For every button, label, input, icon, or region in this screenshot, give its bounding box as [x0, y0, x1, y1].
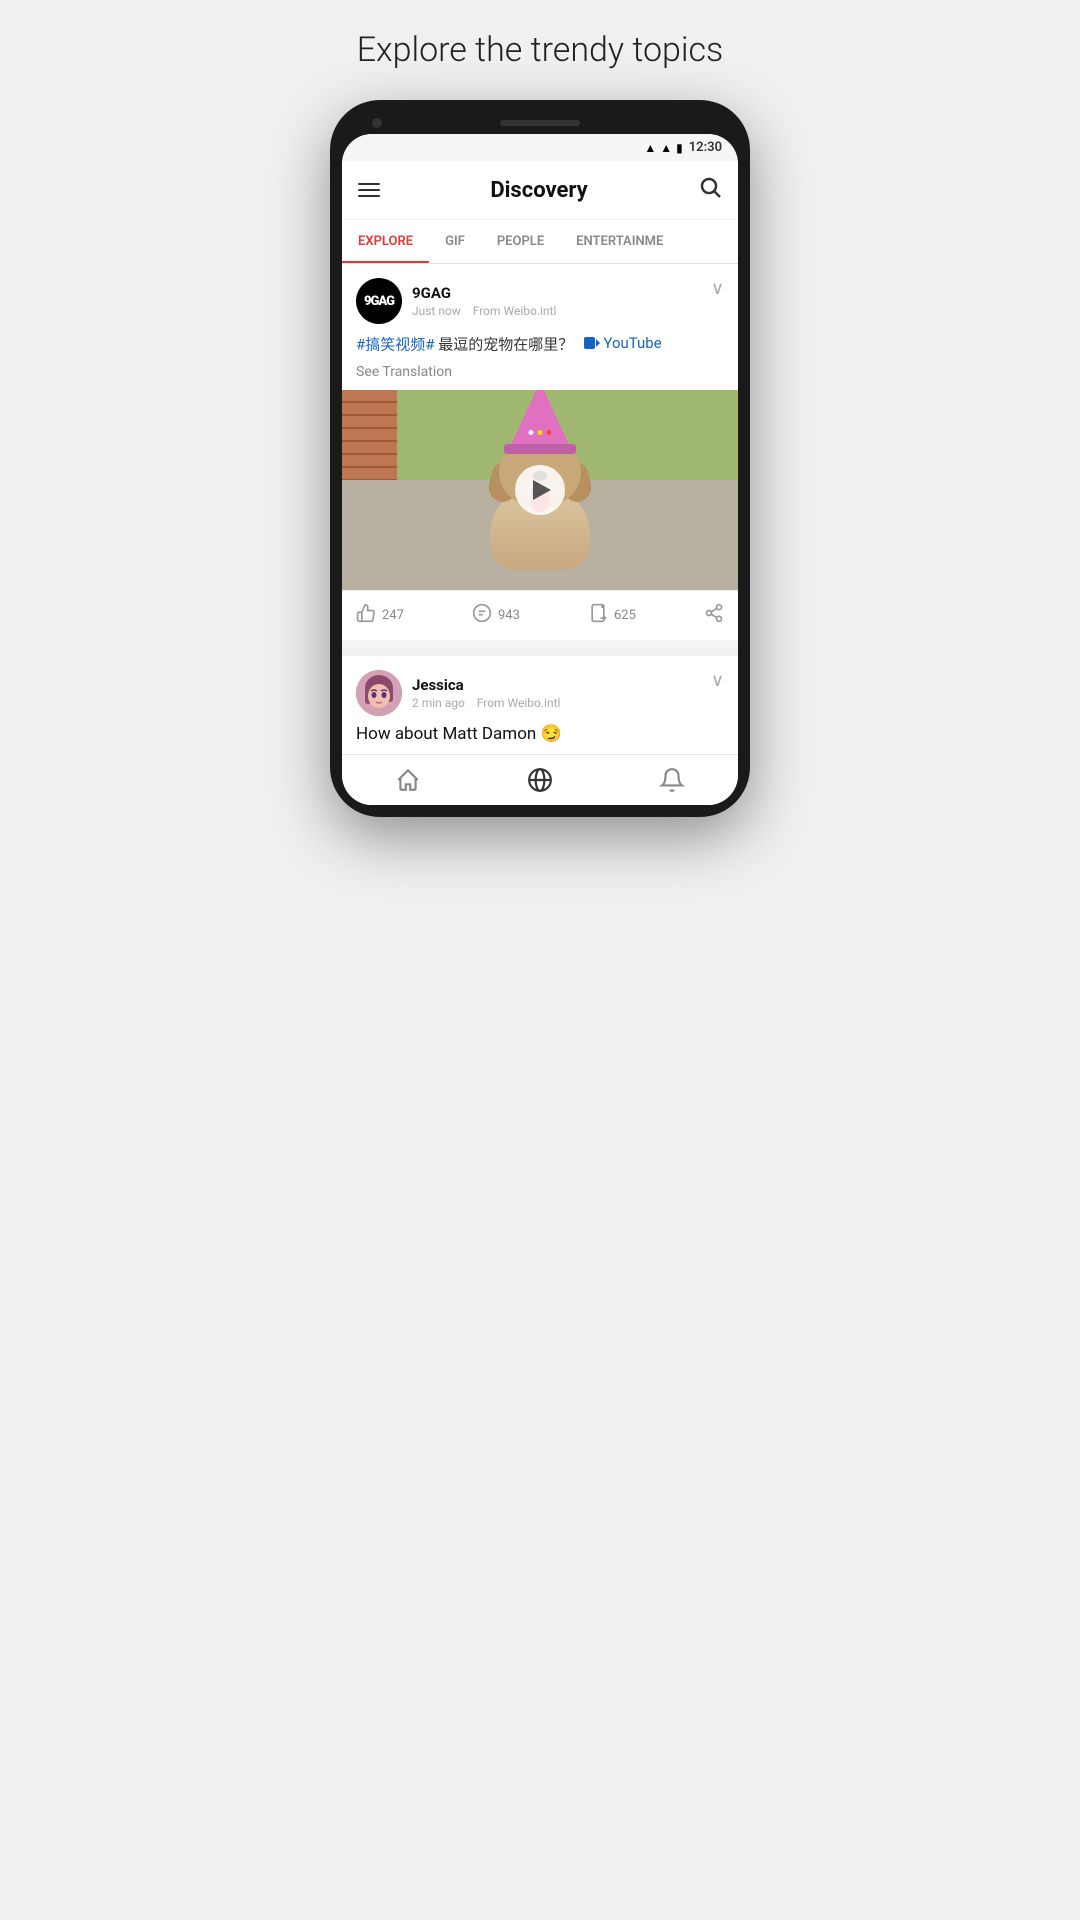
phone-speaker — [500, 120, 580, 126]
post-text: #搞笑视频# 最逗的宠物在哪里？ YouTube — [342, 332, 738, 364]
avatar-jessica — [356, 670, 402, 716]
nav-notifications[interactable] — [659, 767, 685, 793]
like-icon — [356, 603, 376, 628]
post-user-jessica: Jessica 2 min ago From Weibo.intl — [356, 670, 560, 716]
like-button[interactable]: 247 — [356, 603, 472, 628]
tabs-bar: EXPLORE GIF PEOPLE ENTERTAINME — [342, 220, 738, 264]
user-info: 9GAG Just now From Weibo.intl — [412, 284, 556, 318]
divider — [342, 648, 738, 656]
bottom-nav — [342, 754, 738, 805]
username-jessica: Jessica — [412, 676, 560, 694]
like-count: 247 — [382, 608, 404, 623]
menu-line-2 — [358, 189, 380, 191]
phone-screen: ▲ ▲ ▮ 12:30 Discovery — [342, 134, 738, 805]
phone-frame: ▲ ▲ ▮ 12:30 Discovery — [330, 100, 750, 817]
see-translation[interactable]: See Translation — [342, 364, 738, 390]
status-time: 12:30 — [689, 140, 722, 155]
share-button[interactable] — [704, 603, 724, 628]
avatar: 9GAG — [356, 278, 402, 324]
page-wrapper: Explore the trendy topics ▲ ▲ ▮ 12:30 — [270, 0, 810, 960]
post-header-second: Jessica 2 min ago From Weibo.intl ∨ — [342, 656, 738, 724]
menu-line-3 — [358, 195, 380, 197]
user-meta-jessica: 2 min ago From Weibo.intl — [412, 696, 560, 710]
post-user-info: 9GAG 9GAG Just now From Weibo.intl — [356, 278, 556, 324]
post-header: 9GAG 9GAG Just now From Weibo.intl ∨ — [342, 264, 738, 332]
nav-home[interactable] — [395, 767, 421, 793]
post-content-jessica: How about Matt Damon 😏 — [342, 724, 738, 754]
phone-camera — [372, 118, 382, 128]
nav-discover[interactable] — [527, 767, 553, 793]
battery-icon: ▮ — [676, 141, 683, 155]
hashtag[interactable]: #搞笑视频# — [356, 335, 434, 353]
signal-icon: ▲ — [660, 141, 672, 155]
share-icon — [704, 603, 724, 628]
app-header: Discovery — [342, 161, 738, 220]
youtube-link[interactable]: YouTube — [603, 332, 661, 355]
page-title: Explore the trendy topics — [357, 30, 724, 70]
user-meta: Just now From Weibo.intl — [412, 304, 556, 318]
tab-entertainment[interactable]: ENTERTAINME — [560, 220, 679, 263]
menu-button[interactable] — [358, 183, 380, 197]
post-card: 9GAG 9GAG Just now From Weibo.intl ∨ — [342, 264, 738, 640]
status-icons: ▲ ▲ ▮ — [644, 141, 682, 155]
username: 9GAG — [412, 284, 556, 302]
search-button[interactable] — [698, 175, 722, 205]
comment-count: 943 — [498, 608, 520, 623]
user-info-jessica: Jessica 2 min ago From Weibo.intl — [412, 676, 560, 710]
menu-line-1 — [358, 183, 380, 185]
tab-people[interactable]: PEOPLE — [481, 220, 560, 263]
play-icon — [533, 480, 551, 500]
post-card-second: Jessica 2 min ago From Weibo.intl ∨ — [342, 656, 738, 754]
action-bar: 247 943 — [342, 590, 738, 640]
post-text-jessica: How about Matt Damon 😏 — [356, 724, 562, 744]
repost-button[interactable]: 625 — [588, 603, 704, 628]
feed-content: 9GAG 9GAG Just now From Weibo.intl ∨ — [342, 264, 738, 754]
collapse-button-second[interactable]: ∨ — [711, 670, 724, 691]
repost-count: 625 — [614, 608, 636, 623]
post-video-thumbnail[interactable] — [342, 390, 738, 590]
status-bar: ▲ ▲ ▮ 12:30 — [342, 134, 738, 161]
collapse-button[interactable]: ∨ — [711, 278, 724, 299]
play-button[interactable] — [515, 465, 565, 515]
app-title: Discovery — [490, 178, 587, 203]
tab-gif[interactable]: GIF — [429, 220, 481, 263]
comment-button[interactable]: 943 — [472, 603, 588, 628]
phone-top — [342, 120, 738, 126]
repost-icon — [588, 603, 608, 628]
tab-explore[interactable]: EXPLORE — [342, 220, 429, 263]
comment-icon — [472, 603, 492, 628]
wifi-icon: ▲ — [644, 141, 656, 155]
